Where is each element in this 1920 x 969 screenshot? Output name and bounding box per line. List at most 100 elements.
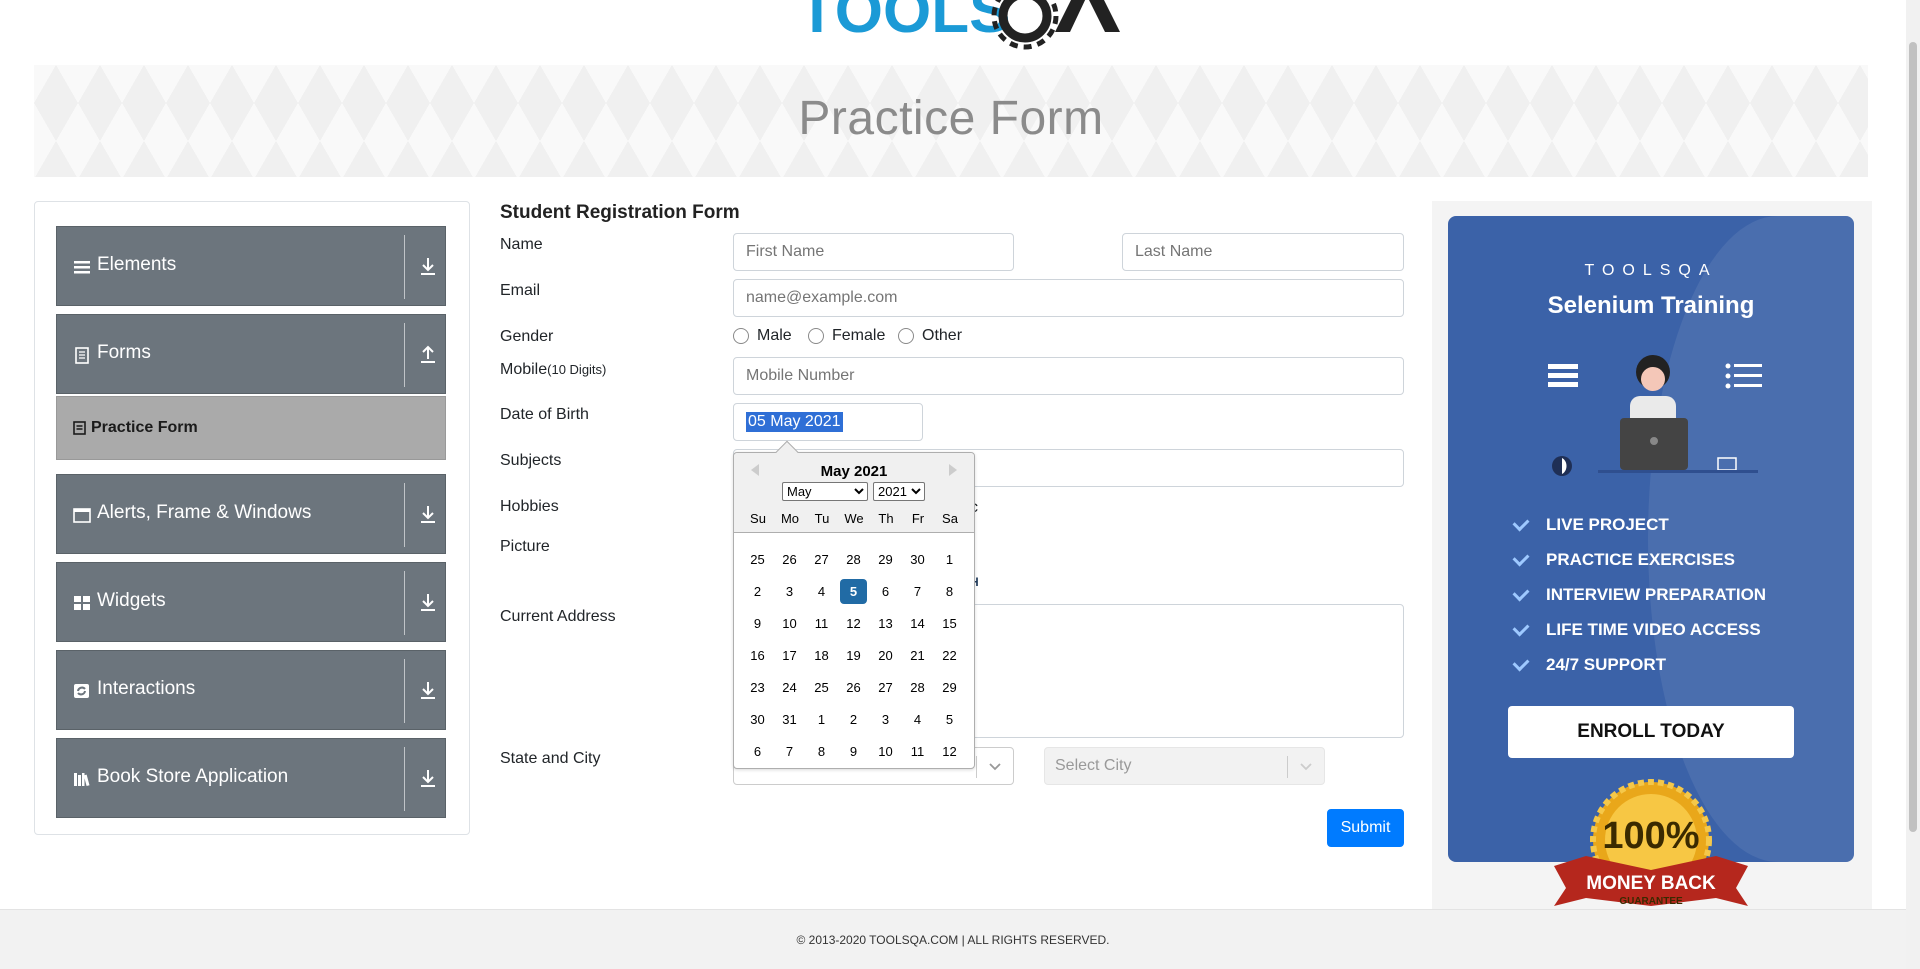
- email-input[interactable]: [733, 279, 1404, 317]
- gender-radio-female[interactable]: Female: [808, 327, 885, 345]
- submit-button[interactable]: Submit: [1327, 809, 1404, 847]
- radio-circle[interactable]: [898, 328, 914, 344]
- state-city-label: State and City: [500, 750, 601, 767]
- month-select[interactable]: May: [782, 482, 868, 501]
- download-icon[interactable]: [419, 591, 437, 613]
- calendar-day[interactable]: 5: [936, 707, 963, 732]
- calendar-day[interactable]: 19: [840, 643, 867, 668]
- calendar-day[interactable]: 6: [744, 739, 771, 764]
- calendar-day[interactable]: 22: [936, 643, 963, 668]
- interaction-icon: [74, 684, 89, 698]
- download-icon[interactable]: [419, 503, 437, 525]
- sidebar-group-interactions[interactable]: Interactions: [56, 650, 446, 730]
- calendar-day[interactable]: 8: [808, 739, 835, 764]
- download-icon[interactable]: [419, 767, 437, 789]
- sidebar-group-forms[interactable]: Forms: [56, 314, 446, 394]
- calendar-day[interactable]: 7: [776, 739, 803, 764]
- calendar-day[interactable]: 4: [808, 579, 835, 604]
- calendar-day[interactable]: 9: [744, 611, 771, 636]
- svg-text:TOOLS: TOOLS: [798, 0, 1010, 46]
- calendar-day[interactable]: 26: [776, 547, 803, 572]
- calendar-day[interactable]: 24: [776, 675, 803, 700]
- calendar-day[interactable]: 8: [936, 579, 963, 604]
- radio-circle[interactable]: [808, 328, 824, 344]
- email-label: Email: [500, 282, 541, 299]
- calendar-day[interactable]: 12: [840, 611, 867, 636]
- first-name-input[interactable]: [733, 233, 1014, 271]
- sidebar-group-alerts[interactable]: Alerts, Frame & Windows: [56, 474, 446, 554]
- calendar-day[interactable]: 20: [872, 643, 899, 668]
- calendar-day[interactable]: 5: [840, 579, 867, 604]
- weekday-label: We: [844, 511, 864, 526]
- calendar-day[interactable]: 11: [808, 611, 835, 636]
- calendar-day[interactable]: 15: [936, 611, 963, 636]
- radio-circle[interactable]: [733, 328, 749, 344]
- calendar-day[interactable]: 30: [744, 707, 771, 732]
- calendar-day[interactable]: 3: [776, 579, 803, 604]
- enroll-today-button[interactable]: ENROLL TODAY: [1508, 706, 1794, 758]
- sidebar-group-widgets[interactable]: Widgets: [56, 562, 446, 642]
- calendar-day[interactable]: 28: [904, 675, 931, 700]
- calendar-day[interactable]: 11: [904, 739, 931, 764]
- calendar-day[interactable]: 7: [904, 579, 931, 604]
- calendar-day[interactable]: 25: [744, 547, 771, 572]
- weekday-label: Sa: [942, 511, 958, 526]
- selenium-training-ad[interactable]: TOOLSQA Selenium Training LIVE PROJECT P…: [1448, 216, 1854, 862]
- calendar-day[interactable]: 21: [904, 643, 931, 668]
- calendar-day[interactable]: 16: [744, 643, 771, 668]
- sidebar-group-elements[interactable]: Elements: [56, 226, 446, 306]
- calendar-day[interactable]: 10: [872, 739, 899, 764]
- chevron-down-icon[interactable]: [1298, 758, 1314, 774]
- sidebar-group-book-store[interactable]: Book Store Application: [56, 738, 446, 818]
- ad-brand: TOOLSQA: [1584, 262, 1718, 279]
- scrollbar-thumb[interactable]: [1909, 42, 1917, 832]
- calendar-day[interactable]: 29: [872, 547, 899, 572]
- download-icon[interactable]: [419, 255, 437, 277]
- calendar-day[interactable]: 10: [776, 611, 803, 636]
- calendar-day[interactable]: 28: [840, 547, 867, 572]
- calendar-day[interactable]: 3: [872, 707, 899, 732]
- calendar-day[interactable]: 31: [776, 707, 803, 732]
- calendar-day[interactable]: 2: [744, 579, 771, 604]
- calendar-day[interactable]: 18: [808, 643, 835, 668]
- download-icon[interactable]: [419, 679, 437, 701]
- calendar-day[interactable]: 1: [936, 547, 963, 572]
- gender-radio-other[interactable]: Other: [898, 327, 962, 345]
- subjects-label: Subjects: [500, 452, 562, 469]
- calendar-day[interactable]: 9: [840, 739, 867, 764]
- calendar-day[interactable]: 17: [776, 643, 803, 668]
- sidebar-item-practice-form[interactable]: Practice Form: [56, 396, 446, 460]
- calendar-day[interactable]: 14: [904, 611, 931, 636]
- calendar-day[interactable]: 27: [872, 675, 899, 700]
- calendar-day[interactable]: 2: [840, 707, 867, 732]
- calendar-day[interactable]: 27: [808, 547, 835, 572]
- date-of-birth-input[interactable]: 05 May 2021: [733, 403, 923, 441]
- year-select[interactable]: 2021: [873, 482, 925, 501]
- check-icon: [1512, 549, 1530, 567]
- chevron-down-icon[interactable]: [987, 758, 1003, 774]
- sidebar-group-label: Widgets: [97, 590, 166, 611]
- divider: [404, 235, 405, 299]
- last-name-input[interactable]: [1122, 233, 1404, 271]
- upload-icon[interactable]: [419, 343, 437, 365]
- vertical-scrollbar[interactable]: [1906, 0, 1920, 969]
- calendar-day[interactable]: 30: [904, 547, 931, 572]
- calendar-day[interactable]: 25: [808, 675, 835, 700]
- divider: [404, 659, 405, 723]
- weekday-label: Th: [878, 511, 894, 526]
- calendar-day[interactable]: 12: [936, 739, 963, 764]
- city-select[interactable]: Select City: [1044, 747, 1325, 785]
- calendar-day[interactable]: 23: [744, 675, 771, 700]
- calendar-day[interactable]: 4: [904, 707, 931, 732]
- calendar-day[interactable]: 6: [872, 579, 899, 604]
- toolsqa-logo[interactable]: TOOLS: [790, 0, 1120, 54]
- gender-radio-male[interactable]: Male: [733, 327, 792, 345]
- gender-label: Gender: [500, 328, 554, 345]
- grid-icon: [74, 596, 90, 610]
- hamburger-icon: [74, 261, 90, 274]
- calendar-day[interactable]: 1: [808, 707, 835, 732]
- mobile-input[interactable]: [733, 357, 1404, 395]
- calendar-day[interactable]: 26: [840, 675, 867, 700]
- calendar-day[interactable]: 13: [872, 611, 899, 636]
- calendar-day[interactable]: 29: [936, 675, 963, 700]
